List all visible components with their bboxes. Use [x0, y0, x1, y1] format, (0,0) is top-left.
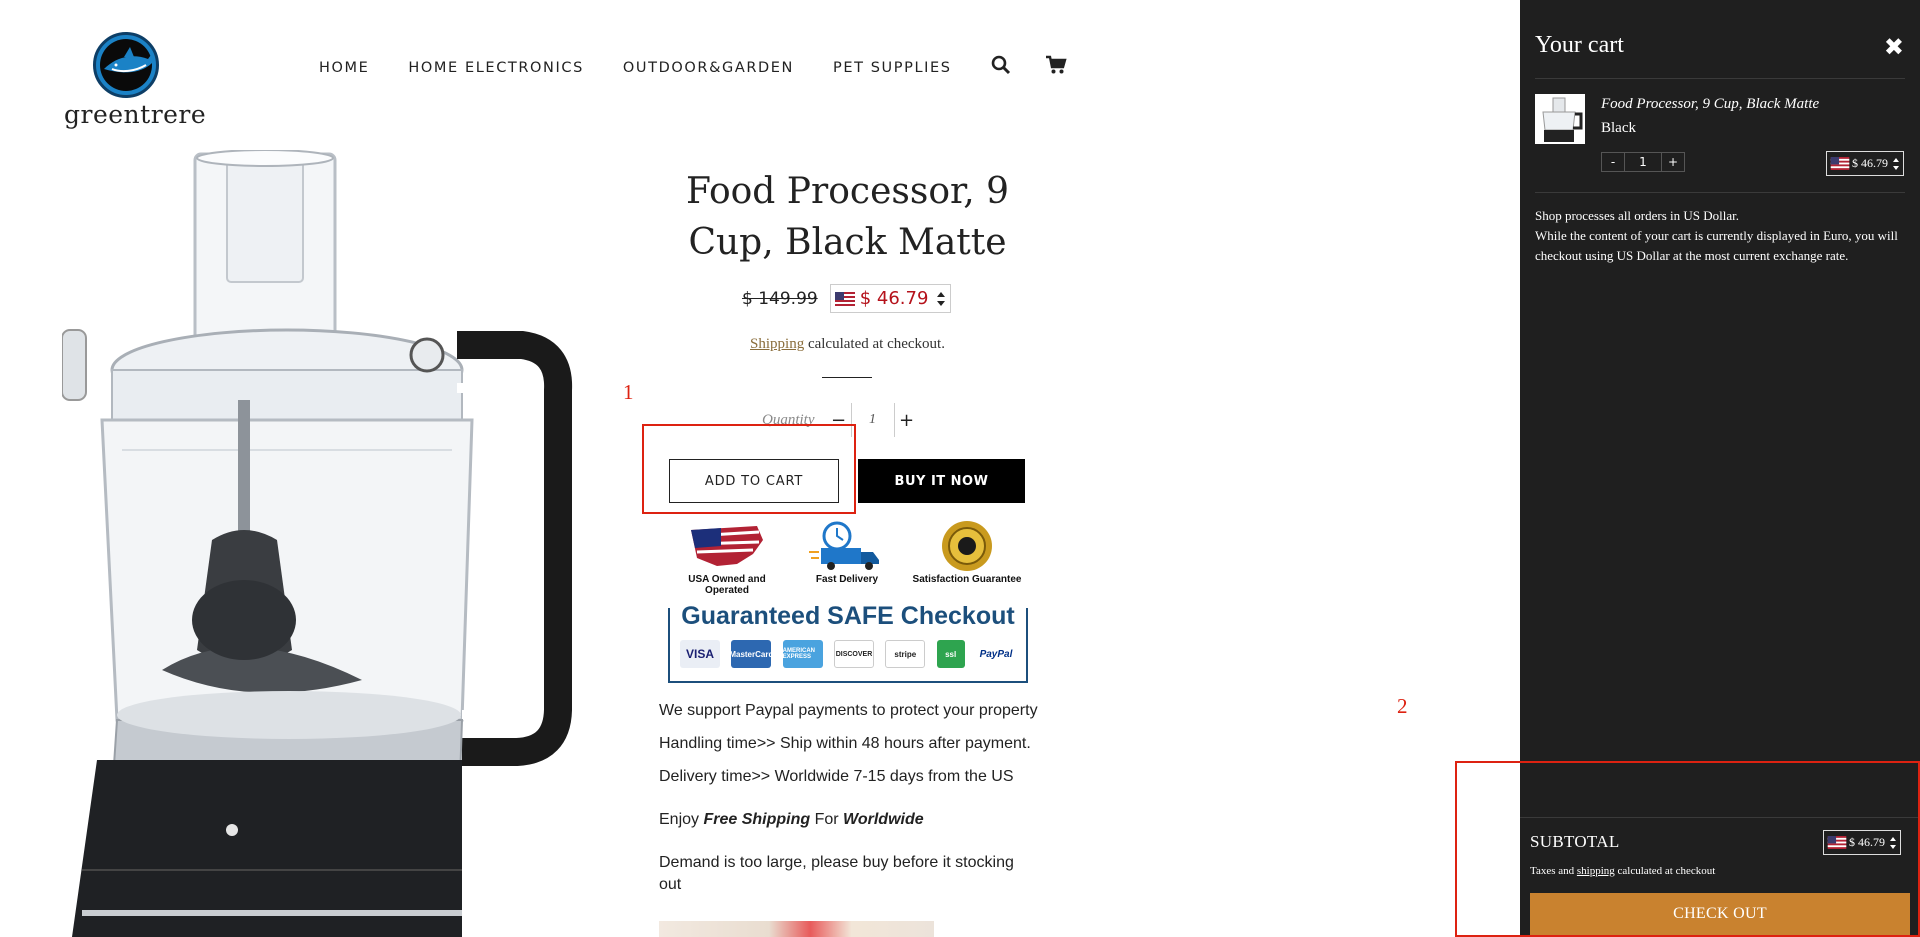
annotation-label-2: 2 — [1397, 694, 1408, 718]
amex-icon: AMERICAN EXPRESS — [782, 640, 823, 668]
paypal-icon: PayPal — [975, 640, 1016, 668]
quantity-input[interactable]: 1 — [850, 403, 895, 437]
shipping-note-text: calculated at checkout. — [804, 336, 945, 352]
free-shipping-pre: Enjoy — [659, 811, 704, 828]
cart-item-price-selector[interactable]: $ 46.79 — [1826, 151, 1904, 176]
cart-item-variant: Black — [1601, 120, 1636, 136]
delivery-truck-icon — [809, 521, 879, 570]
shark-logo-icon — [93, 32, 159, 98]
currency-note-2: While the content of your cart is curren… — [1535, 228, 1898, 263]
desc-handling: Handling time>> Ship within 48 hours aft… — [659, 735, 1031, 752]
badge-fast-delivery-label: Fast Delivery — [815, 574, 879, 585]
product-title: Food Processor, 9 Cup, Black Matte — [685, 171, 1010, 263]
cart-item-quantity: - 1 + — [1601, 152, 1685, 172]
currency-note-1: Shop processes all orders in US Dollar. — [1535, 208, 1740, 223]
cart-qty-increase-button[interactable]: + — [1662, 153, 1684, 171]
desc-free-shipping: Enjoy Free Shipping For Worldwide — [659, 811, 1039, 829]
site-logo[interactable]: greentrere — [64, 32, 207, 129]
cart-divider — [1535, 192, 1905, 193]
us-flag-icon — [1830, 157, 1850, 170]
trust-badges: USA Owned and Operated Fast Delivery Sat… — [672, 520, 1022, 596]
payment-cards: VISA MasterCard AMERICAN EXPRESS DISCOVE… — [680, 640, 1016, 668]
cart-item-name[interactable]: Food Processor, 9 Cup, Black Matte — [1601, 96, 1819, 113]
nav-home[interactable]: HOME — [319, 60, 369, 76]
annotation-box-2 — [1455, 761, 1920, 937]
cart-item-thumbnail[interactable] — [1535, 94, 1585, 144]
badge-fast-delivery: Fast Delivery — [792, 520, 902, 594]
divider — [822, 377, 872, 378]
free-shipping-mid: For — [810, 811, 844, 828]
badge-usa: USA Owned and Operated — [672, 520, 782, 596]
safe-checkout-title: Guaranteed SAFE Checkout — [670, 602, 1026, 630]
shipping-link[interactable]: Shipping — [750, 336, 804, 352]
nav-pet-supplies[interactable]: PET SUPPLIES — [833, 60, 952, 76]
sort-arrows-icon — [937, 291, 946, 306]
annotation-label-1: 1 — [623, 380, 634, 404]
search-icon[interactable] — [991, 55, 1011, 80]
product-image[interactable] — [61, 149, 622, 937]
visa-icon: VISA — [680, 640, 720, 668]
nav-home-electronics[interactable]: HOME ELECTRONICS — [408, 60, 584, 76]
cart-qty-decrease-button[interactable]: - — [1602, 153, 1624, 171]
currency-price-selector[interactable]: $ 46.79 — [829, 284, 952, 313]
price-row: $ 149.99 $ 46.79 — [742, 284, 952, 313]
guarantee-seal-icon — [942, 521, 992, 571]
desc-demand: Demand is too large, please buy before i… — [659, 854, 1014, 893]
nav-outdoor-garden[interactable]: OUTDOOR&GARDEN — [623, 60, 794, 76]
main-nav: HOME HOME ELECTRONICS OUTDOOR&GARDEN PET… — [319, 55, 1101, 80]
discover-icon: DISCOVER — [833, 640, 874, 668]
worldwide-bold: Worldwide — [843, 811, 924, 828]
compare-at-price: $ 149.99 — [742, 288, 818, 309]
sort-arrows-icon — [1893, 157, 1899, 170]
safe-checkout-banner: Guaranteed SAFE Checkout VISA MasterCard… — [668, 602, 1028, 683]
product-detail-image — [659, 921, 934, 937]
cart-item-price: $ 46.79 — [1852, 156, 1888, 170]
desc-delivery: Delivery time>> Worldwide 7-15 days from… — [659, 768, 1014, 785]
stripe-icon: stripe — [885, 640, 926, 668]
badge-satisfaction-label: Satisfaction Guarantee — [912, 574, 1022, 585]
usa-map-icon — [691, 526, 763, 566]
us-flag-icon — [834, 291, 855, 306]
mastercard-icon: MasterCard — [729, 640, 773, 668]
cart-title: Your cart — [1535, 32, 1624, 58]
cart-qty-input[interactable]: 1 — [1624, 153, 1662, 171]
close-icon[interactable]: ✖ — [1884, 33, 1904, 61]
brand-name: greentrere — [64, 100, 207, 129]
cart-divider — [1535, 78, 1905, 79]
ssl-shield-icon: ssl — [936, 640, 965, 668]
cart-icon[interactable] — [1045, 55, 1067, 80]
annotation-box-1 — [642, 424, 856, 514]
quantity-increase-button[interactable]: + — [895, 410, 919, 431]
desc-paypal: We support Paypal payments to protect yo… — [659, 702, 1038, 719]
buy-it-now-button[interactable]: BUY IT NOW — [858, 459, 1025, 503]
sale-price: $ 46.79 — [859, 288, 929, 309]
shipping-note: Shipping calculated at checkout. — [640, 336, 1055, 353]
badge-satisfaction: Satisfaction Guarantee — [912, 520, 1022, 594]
free-shipping-bold: Free Shipping — [703, 811, 811, 828]
badge-usa-label: USA Owned and Operated — [688, 574, 766, 596]
currency-note: Shop processes all orders in US Dollar. … — [1535, 206, 1905, 266]
